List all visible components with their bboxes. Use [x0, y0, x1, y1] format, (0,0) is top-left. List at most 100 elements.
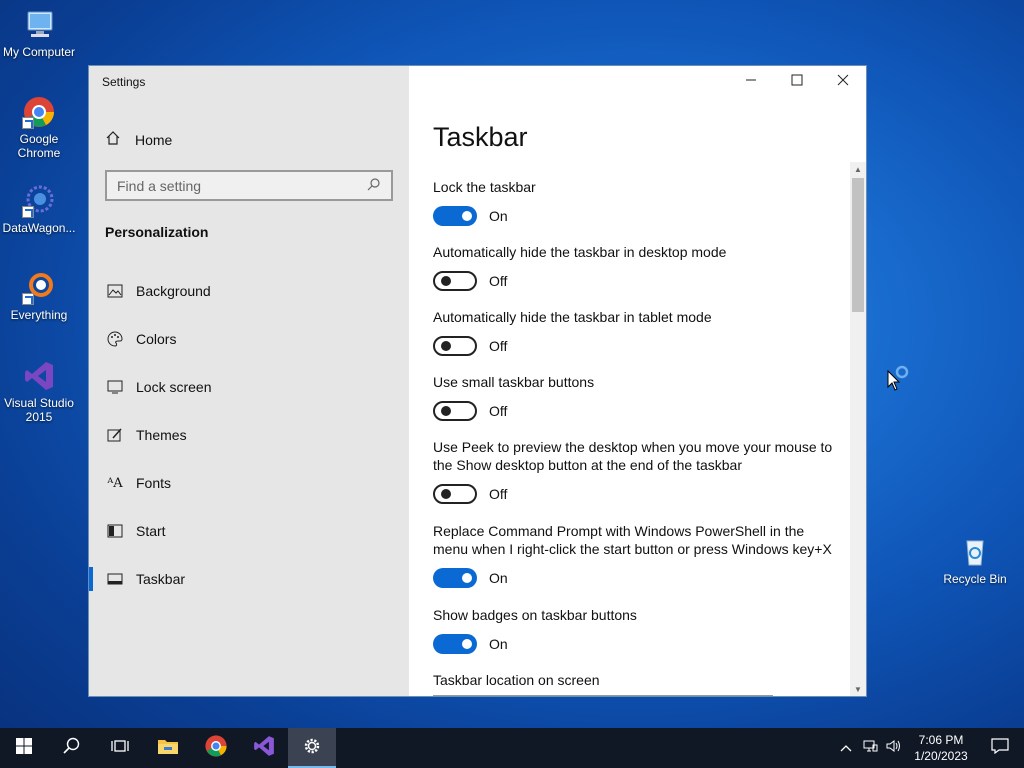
- volume-button[interactable]: [882, 739, 906, 758]
- search-icon: [63, 737, 81, 760]
- settings-window: Settings Home Find a setting Personaliza…: [88, 65, 867, 697]
- toggle-state: On: [489, 208, 508, 224]
- setting-badges: Show badges on taskbar buttons On: [433, 606, 838, 654]
- powershell-toggle[interactable]: [433, 568, 477, 588]
- lock-screen-icon: [105, 380, 125, 394]
- desktop-icon-label: Recycle Bin: [943, 572, 1007, 586]
- computer-icon: [22, 8, 56, 42]
- desktop-icon-everything[interactable]: Everything: [0, 271, 78, 322]
- toggle-state: Off: [489, 486, 508, 502]
- sidebar-item-label: Colors: [136, 331, 177, 347]
- sidebar-item-taskbar[interactable]: Taskbar: [89, 559, 409, 599]
- scroll-down-arrow-icon[interactable]: ▼: [850, 682, 866, 696]
- setting-peek: Use Peek to preview the desktop when you…: [433, 438, 838, 504]
- desktop-icon-google-chrome[interactable]: Google Chrome: [0, 95, 78, 160]
- desktop-icon-label: Visual Studio 2015: [4, 396, 74, 424]
- settings-gear-icon: [302, 736, 322, 761]
- setting-autohide-tablet: Automatically hide the taskbar in tablet…: [433, 308, 838, 356]
- taskbar-icon: [105, 573, 125, 585]
- taskbar-search-button[interactable]: [48, 728, 96, 768]
- scroll-up-arrow-icon[interactable]: ▲: [850, 162, 866, 176]
- start-icon: [105, 524, 125, 538]
- setting-location: Taskbar location on screen: [433, 671, 838, 689]
- window-controls: [728, 66, 866, 98]
- sidebar-item-start[interactable]: Start: [89, 511, 409, 551]
- taskbar-settings[interactable]: [288, 728, 336, 768]
- fonts-icon: ᴬA: [107, 475, 123, 491]
- toggle-state: Off: [489, 403, 508, 419]
- action-center-button[interactable]: [976, 737, 1024, 759]
- desktop-icon-label: Everything: [10, 308, 68, 322]
- network-icon: [862, 739, 878, 758]
- close-button[interactable]: [820, 66, 866, 98]
- minimize-icon: [745, 73, 757, 91]
- tray-expand-button[interactable]: [834, 739, 858, 757]
- sidebar-item-label: Taskbar: [136, 571, 186, 587]
- taskbar-clock[interactable]: 7:06 PM 1/20/2023: [906, 732, 976, 764]
- setting-label: Automatically hide the taskbar in deskto…: [433, 244, 727, 260]
- settings-content: Taskbar Lock the taskbar On Automaticall…: [409, 66, 866, 696]
- desktop-icon-my-computer[interactable]: My Computer: [0, 8, 78, 59]
- badges-toggle[interactable]: [433, 634, 477, 654]
- clock-time: 7:06 PM: [918, 733, 964, 747]
- setting-label: Taskbar location on screen: [433, 672, 600, 688]
- search-placeholder: Find a setting: [117, 177, 202, 194]
- everything-icon: [22, 271, 56, 305]
- toggle-state: Off: [489, 273, 508, 289]
- setting-autohide-desktop: Automatically hide the taskbar in deskto…: [433, 243, 838, 291]
- small-buttons-toggle[interactable]: [433, 401, 477, 421]
- task-view-button[interactable]: [96, 728, 144, 768]
- notification-icon: [991, 737, 1009, 759]
- sidebar-item-label: Start: [136, 523, 166, 539]
- task-view-icon: [111, 738, 129, 759]
- sidebar-item-background[interactable]: Background: [89, 271, 409, 311]
- settings-sidebar: Settings Home Find a setting Personaliza…: [89, 66, 409, 696]
- setting-label: Show badges on taskbar buttons: [433, 607, 637, 623]
- desktop-icon-visual-studio[interactable]: Visual Studio 2015: [0, 359, 78, 424]
- network-button[interactable]: [858, 739, 882, 758]
- autohide-tablet-toggle[interactable]: [433, 336, 477, 356]
- desktop-icon-recycle-bin[interactable]: Recycle Bin: [936, 535, 1014, 586]
- lock-taskbar-toggle[interactable]: [433, 206, 477, 226]
- visual-studio-icon: [252, 734, 276, 763]
- setting-label: Use small taskbar buttons: [433, 374, 595, 390]
- peek-toggle[interactable]: [433, 484, 477, 504]
- taskbar-file-explorer[interactable]: [144, 728, 192, 768]
- search-icon: [367, 177, 381, 194]
- home-nav[interactable]: Home: [105, 130, 172, 149]
- picture-icon: [105, 284, 125, 298]
- setting-small-buttons: Use small taskbar buttons Off: [433, 373, 838, 421]
- content-scrollbar[interactable]: ▲ ▼: [850, 162, 866, 696]
- window-title: Settings: [102, 75, 146, 89]
- sidebar-item-label: Fonts: [136, 475, 172, 491]
- scroll-thumb[interactable]: [852, 178, 864, 312]
- home-icon: [105, 130, 121, 149]
- file-explorer-icon: [157, 737, 179, 760]
- home-label: Home: [135, 131, 173, 148]
- taskbar: 7:06 PM 1/20/2023: [0, 728, 1024, 768]
- sidebar-item-label: Background: [136, 283, 211, 299]
- setting-label: Automatically hide the taskbar in tablet…: [433, 309, 712, 325]
- autohide-desktop-toggle[interactable]: [433, 271, 477, 291]
- desktop-icon-label: DataWagon...: [2, 221, 76, 235]
- sidebar-item-themes[interactable]: Themes: [89, 415, 409, 455]
- section-label: Personalization: [105, 224, 209, 240]
- taskbar-location-dropdown[interactable]: [433, 695, 773, 696]
- taskbar-visual-studio[interactable]: [240, 728, 288, 768]
- search-input[interactable]: Find a setting: [105, 170, 393, 201]
- close-icon: [837, 73, 849, 91]
- toggle-state: On: [489, 570, 508, 586]
- sidebar-item-lock-screen[interactable]: Lock screen: [89, 367, 409, 407]
- sidebar-item-colors[interactable]: Colors: [89, 319, 409, 359]
- start-button[interactable]: [0, 728, 48, 768]
- minimize-button[interactable]: [728, 66, 774, 98]
- visual-studio-icon: [22, 359, 56, 393]
- datawagon-icon: [22, 184, 56, 218]
- chrome-icon: [22, 95, 56, 129]
- themes-icon: [105, 427, 125, 443]
- taskbar-chrome[interactable]: [192, 728, 240, 768]
- desktop-icon-label: My Computer: [2, 45, 76, 59]
- maximize-button[interactable]: [774, 66, 820, 98]
- sidebar-item-fonts[interactable]: ᴬA Fonts: [89, 463, 409, 503]
- desktop-icon-datawagon[interactable]: DataWagon...: [0, 184, 78, 235]
